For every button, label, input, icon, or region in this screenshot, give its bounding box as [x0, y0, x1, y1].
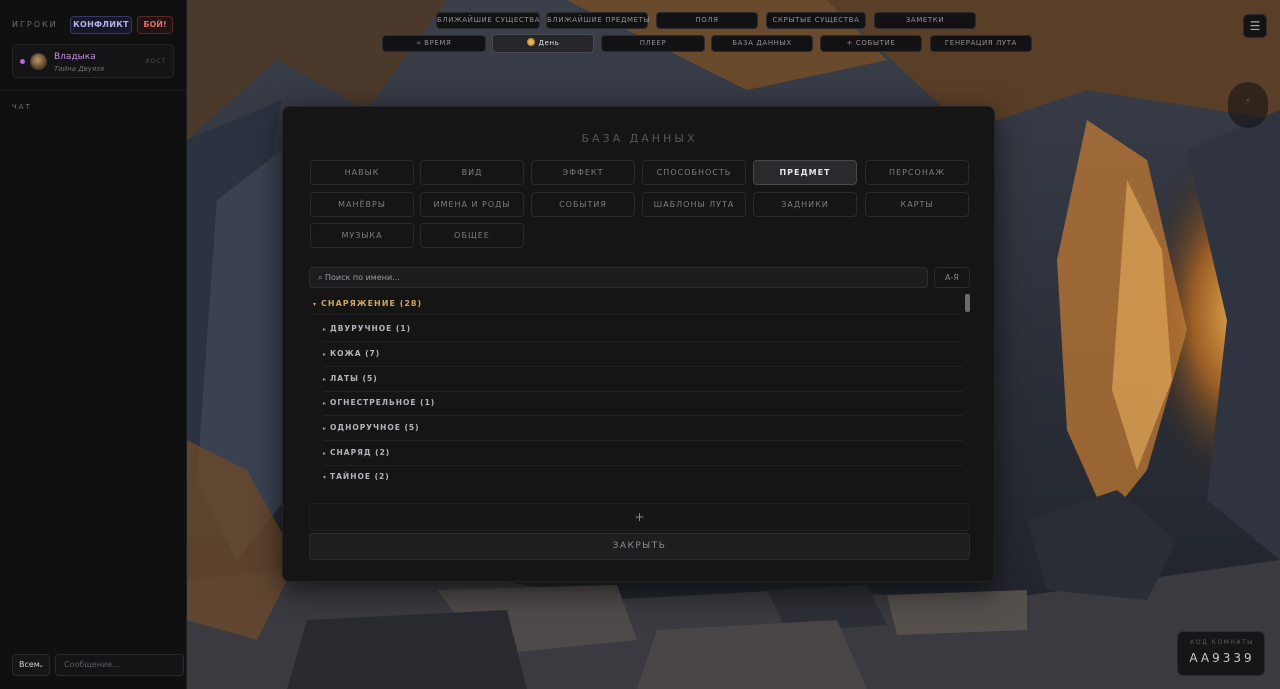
- subcategory-row[interactable]: ▸ ОГНЕСТРЕЛЬНОЕ (1): [323, 391, 963, 416]
- menu-button[interactable]: ☰: [1243, 14, 1267, 38]
- tab-names-and-races[interactable]: ИМЕНА И РОДЫ: [420, 192, 524, 217]
- subcategory-row[interactable]: ▸ КОЖА (7): [323, 342, 963, 367]
- chat-target-select[interactable]: Всем ⌄: [12, 654, 50, 676]
- room-code-panel: КОД КОМНАТЫ AA9339: [1177, 631, 1265, 676]
- players-header: ИГРОКИ КОНФЛИКТ БОЙ!: [0, 0, 187, 42]
- toolbar-player[interactable]: ПЛЕЕР: [601, 35, 705, 52]
- toolbar-nearby-items[interactable]: БЛИЖАЙШИЕ ПРЕДМЕТЫ: [546, 12, 650, 29]
- chat-target-value: Всем: [19, 660, 40, 669]
- tab-general[interactable]: ОБЩЕЕ: [420, 223, 524, 248]
- tab-ability[interactable]: СПОСОБНОСТЬ: [642, 160, 746, 185]
- toolbar-database[interactable]: БАЗА ДАННЫХ: [711, 35, 813, 52]
- tab-skill[interactable]: НАВЫК: [310, 160, 414, 185]
- online-status-dot: [20, 59, 25, 64]
- tab-maneuvers[interactable]: МАНЁВРЫ: [310, 192, 414, 217]
- subcategory-label: ТАЙНОЕ (2): [330, 472, 390, 481]
- toolbar-add-event[interactable]: + СОБЫТИЕ: [820, 35, 922, 52]
- toolbar-nearby-creatures[interactable]: БЛИЖАЙШИЕ СУЩЕСТВА: [436, 12, 540, 29]
- close-button[interactable]: ЗАКРЫТЬ: [309, 533, 970, 560]
- player-name: Владыка: [54, 52, 96, 62]
- toolbar-day-label: День: [538, 39, 560, 47]
- sidebar-divider: [0, 90, 187, 91]
- subcategory-row[interactable]: ▸ СНАРЯД (2): [323, 441, 963, 466]
- avatar: [30, 53, 47, 70]
- caret-right-icon: ▸: [323, 376, 328, 383]
- quick-action-button[interactable]: ⚡: [1228, 82, 1268, 128]
- search-input[interactable]: ⌕ Поиск по имени...: [309, 267, 928, 288]
- list-scrollbar[interactable]: [965, 294, 970, 488]
- host-badge: ХОСТ: [145, 58, 166, 65]
- subcategory-label: КОЖА (7): [330, 349, 381, 358]
- add-entry-button[interactable]: +: [309, 503, 970, 531]
- category-label: СНАРЯЖЕНИЕ (28): [321, 299, 423, 308]
- tab-maps[interactable]: КАРТЫ: [865, 192, 969, 217]
- item-tree-list: ▾ СНАРЯЖЕНИЕ (28) ▸ ДВУРУЧНОЕ (1) ▸ КОЖА (7…: [309, 293, 973, 487]
- caret-right-icon: ▸: [323, 351, 328, 358]
- caret-down-icon: ▾: [323, 474, 328, 481]
- modal-title: БАЗА ДАННЫХ: [581, 132, 698, 145]
- players-title: ИГРОКИ: [12, 20, 58, 29]
- tab-backdrops[interactable]: ЗАДНИКИ: [753, 192, 857, 217]
- subcategory-label: ОДНОРУЧНОЕ (5): [330, 423, 420, 432]
- toolbar-notes[interactable]: ЗАМЕТКИ: [874, 12, 976, 29]
- subcategory-row[interactable]: ▸ ОДНОРУЧНОЕ (5): [323, 416, 963, 441]
- subcategory-label: ОГНЕСТРЕЛЬНОЕ (1): [330, 398, 436, 407]
- caret-right-icon: ▸: [323, 326, 328, 333]
- subcategory-row[interactable]: ▸ ЛАТЫ (5): [323, 367, 963, 392]
- tab-character[interactable]: ПЕРСОНАЖ: [865, 160, 969, 185]
- caret-right-icon: ▸: [323, 450, 328, 457]
- caret-down-icon: ▾: [313, 301, 318, 308]
- player-card[interactable]: Владыка Тайна Двуязя ХОСТ: [12, 44, 174, 78]
- tab-events[interactable]: СОБЫТИЯ: [531, 192, 635, 217]
- tab-item[interactable]: ПРЕДМЕТ: [753, 160, 857, 185]
- lightning-icon: ⚡: [1244, 97, 1252, 107]
- subcategory-label: ЛАТЫ (5): [330, 374, 378, 383]
- message-input[interactable]: Сообщение...: [55, 654, 184, 676]
- subcategory-label: СНАРЯД (2): [330, 448, 391, 457]
- tab-music[interactable]: МУЗЫКА: [310, 223, 414, 248]
- room-code-label: КОД КОМНАТЫ: [1190, 639, 1254, 646]
- toolbar-time[interactable]: « ВРЕМЯ: [382, 35, 486, 52]
- chevron-down-icon: ⌄: [38, 661, 44, 669]
- toolbar-loot-generation[interactable]: ГЕНЕРАЦИЯ ЛУТА: [930, 35, 1032, 52]
- toolbar-day[interactable]: День: [492, 34, 594, 53]
- caret-right-icon: ▸: [323, 425, 328, 432]
- toolbar-fields[interactable]: ПОЛЯ: [656, 12, 758, 29]
- fight-button[interactable]: БОЙ!: [137, 16, 173, 34]
- caret-right-icon: ▸: [323, 400, 328, 407]
- sort-button[interactable]: А-Я: [934, 267, 970, 288]
- database-modal: БАЗА ДАННЫХ НАВЫК ВИД ЭФФЕКТ СПОСОБНОСТЬ…: [282, 106, 995, 582]
- chat-title: ЧАТ: [12, 103, 32, 111]
- player-subtitle: Тайна Двуязя: [54, 65, 105, 73]
- category-row[interactable]: ▾ СНАРЯЖЕНИЕ (28): [309, 293, 963, 315]
- subcategory-row[interactable]: ▸ ДВУРУЧНОЕ (1): [323, 317, 963, 342]
- tab-species[interactable]: ВИД: [420, 160, 524, 185]
- hamburger-icon: ☰: [1249, 19, 1261, 33]
- sun-icon: [526, 38, 535, 46]
- tab-effect[interactable]: ЭФФЕКТ: [531, 160, 635, 185]
- left-sidebar: ИГРОКИ КОНФЛИКТ БОЙ! Владыка Тайна Двуяз…: [0, 0, 187, 689]
- room-code-value: AA9339: [1189, 651, 1255, 665]
- subcategory-label: ДВУРУЧНОЕ (1): [330, 324, 411, 333]
- tab-loot-templates[interactable]: ШАБЛОНЫ ЛУТА: [642, 192, 746, 217]
- toolbar-hidden-creatures[interactable]: СКРЫТЫЕ СУЩЕСТВА: [766, 12, 866, 29]
- app-root: ИГРОКИ КОНФЛИКТ БОЙ! Владыка Тайна Двуяз…: [0, 0, 1280, 689]
- conflict-button[interactable]: КОНФЛИКТ: [70, 16, 132, 34]
- scrollbar-thumb[interactable]: [965, 294, 970, 312]
- subcategory-row[interactable]: ▾ ТАЙНОЕ (2): [323, 465, 963, 487]
